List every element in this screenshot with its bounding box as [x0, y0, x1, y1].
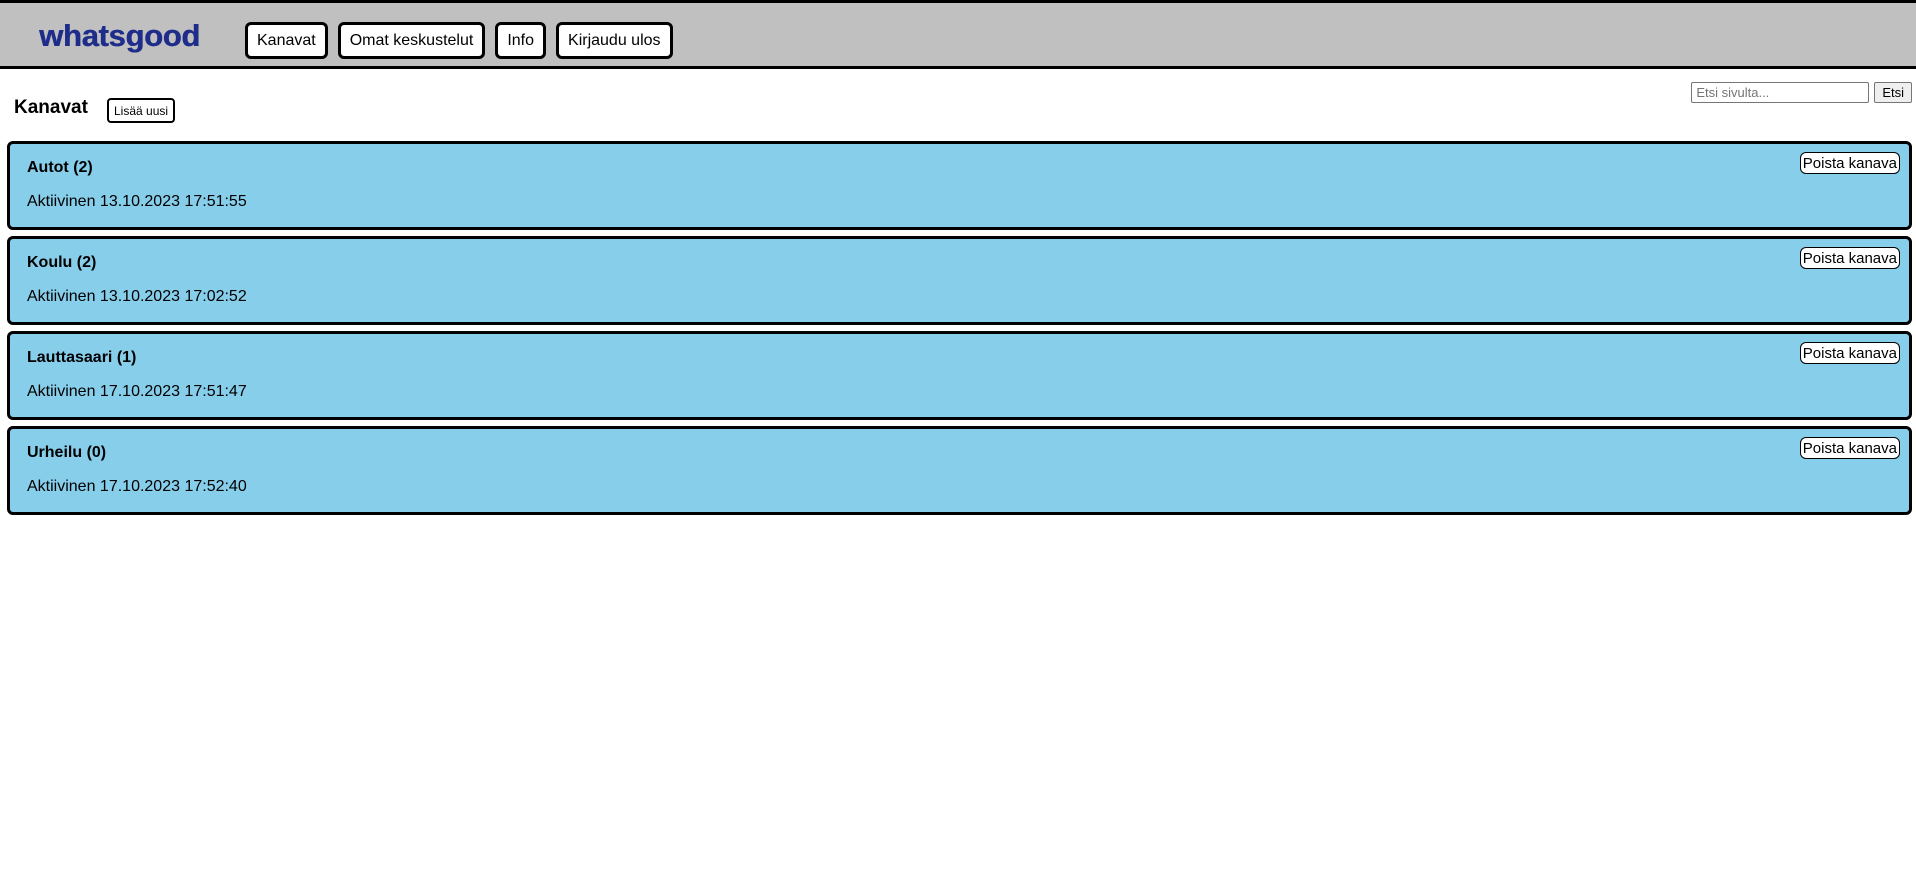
nav-button-info[interactable]: Info	[495, 22, 547, 59]
nav-button-omat-keskustelut[interactable]: Omat keskustelut	[337, 22, 486, 59]
top-header: whatsgood Kanavat Omat keskustelut Info …	[0, 0, 1916, 69]
channel-card[interactable]: Autot (2) Aktiivinen 13.10.2023 17:51:55…	[7, 141, 1912, 230]
delete-channel-button[interactable]: Poista kanava	[1799, 247, 1900, 269]
channel-activity: Aktiivinen 13.10.2023 17:02:52	[27, 288, 247, 305]
delete-channel-button[interactable]: Poista kanava	[1799, 342, 1900, 364]
app-logo[interactable]: whatsgood	[39, 18, 200, 54]
search-input[interactable]	[1691, 82, 1870, 103]
channel-activity: Aktiivinen 17.10.2023 17:52:40	[27, 478, 247, 495]
channel-name: Koulu (2)	[27, 254, 97, 271]
delete-channel-button[interactable]: Poista kanava	[1799, 152, 1900, 174]
search-button[interactable]: Etsi	[1874, 82, 1912, 103]
channel-list: Autot (2) Aktiivinen 13.10.2023 17:51:55…	[7, 141, 1912, 521]
channel-name: Urheilu (0)	[27, 444, 107, 461]
channel-name: Lauttasaari (1)	[27, 349, 137, 366]
channel-card[interactable]: Lauttasaari (1) Aktiivinen 17.10.2023 17…	[7, 331, 1912, 420]
main-nav: Kanavat Omat keskustelut Info Kirjaudu u…	[245, 22, 673, 59]
add-channel-button[interactable]: Lisää uusi	[107, 98, 176, 123]
page-title: Kanavat	[14, 97, 88, 118]
channel-activity: Aktiivinen 13.10.2023 17:51:55	[27, 193, 247, 210]
channel-activity: Aktiivinen 17.10.2023 17:51:47	[27, 383, 247, 400]
nav-button-logout[interactable]: Kirjaudu ulos	[556, 22, 673, 59]
nav-button-kanavat[interactable]: Kanavat	[245, 22, 328, 59]
channel-name: Autot (2)	[27, 159, 93, 176]
channel-card[interactable]: Urheilu (0) Aktiivinen 17.10.2023 17:52:…	[7, 426, 1912, 515]
page-search: Etsi	[1691, 82, 1912, 103]
channel-card[interactable]: Koulu (2) Aktiivinen 13.10.2023 17:02:52…	[7, 236, 1912, 325]
delete-channel-button[interactable]: Poista kanava	[1799, 437, 1900, 459]
